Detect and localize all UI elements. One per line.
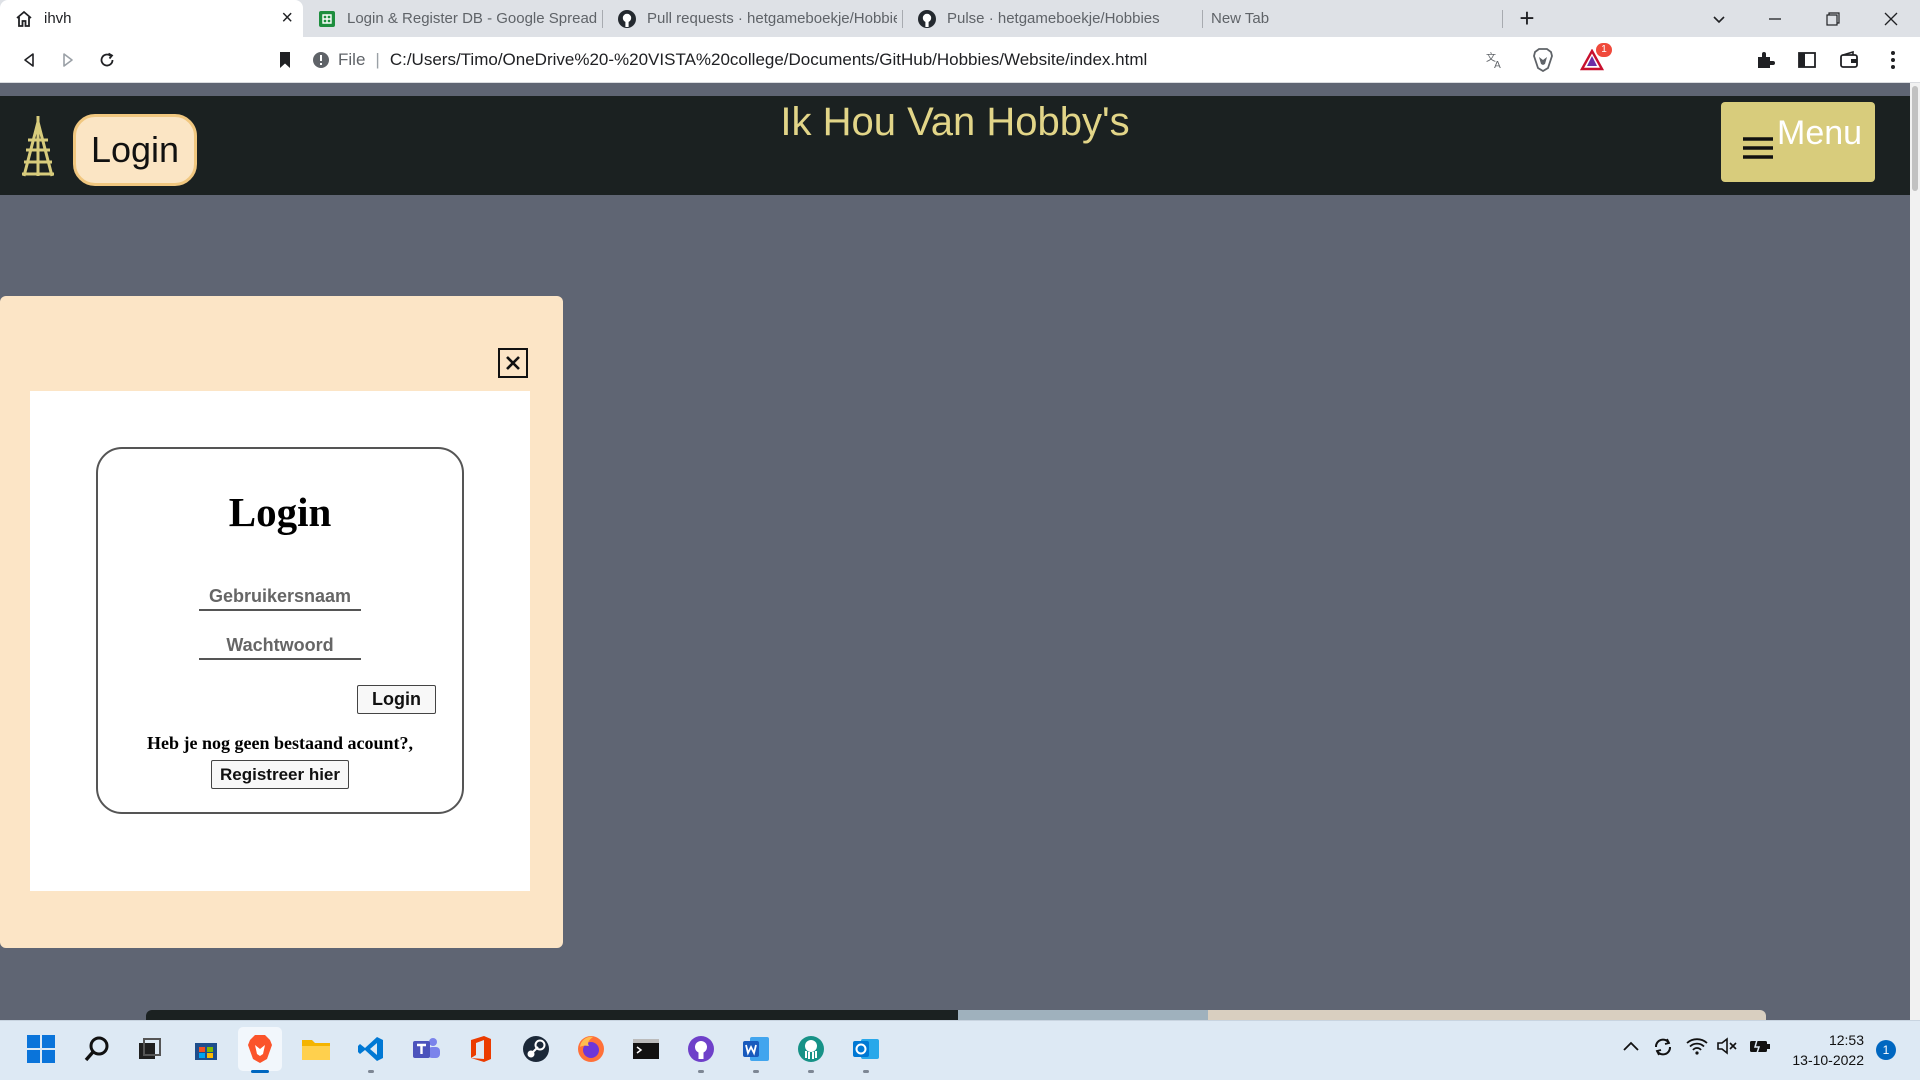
image-segment (958, 1010, 1208, 1020)
browser-tab-strip: ihvh × Login & Register DB - Google Spre… (0, 0, 1920, 37)
tab-ihvh[interactable]: ihvh × (0, 0, 303, 37)
image-segment (146, 1010, 958, 1020)
running-indicator (753, 1070, 759, 1073)
tab-new-tab[interactable]: New Tab (1203, 0, 1503, 37)
sheets-icon (317, 9, 337, 29)
reload-icon[interactable] (92, 45, 122, 75)
new-tab-button[interactable]: + (1500, 0, 1554, 37)
back-icon[interactable] (14, 45, 44, 75)
start-icon[interactable] (19, 1027, 63, 1071)
password-input[interactable] (199, 632, 361, 660)
outlook-icon[interactable] (844, 1027, 888, 1073)
clock-date: 13-10-2022 (1792, 1052, 1864, 1068)
restore-icon[interactable] (1806, 0, 1860, 37)
rewards-badge: 1 (1596, 43, 1612, 57)
forward-icon[interactable] (53, 45, 83, 75)
tab-title: Login & Register DB - Google Spreadsheet… (347, 10, 597, 27)
volume-muted-icon[interactable] (1716, 1037, 1738, 1055)
username-input[interactable] (199, 583, 361, 611)
address-bar[interactable]: File | C:/Users/Timo/OneDrive%20-%20VIST… (312, 43, 1607, 77)
tab-google-sheets[interactable]: Login & Register DB - Google Spreadsheet… (303, 0, 603, 37)
brave-icon[interactable] (238, 1027, 282, 1073)
translate-icon[interactable]: 文A (1482, 47, 1508, 73)
home-icon (14, 9, 34, 29)
battery-icon[interactable] (1748, 1037, 1772, 1055)
image-segment (1208, 1010, 1766, 1020)
sidebar-icon[interactable] (1794, 47, 1820, 73)
github-desktop-icon[interactable] (679, 1027, 723, 1073)
url-text[interactable]: C:/Users/Timo/OneDrive%20-%20VISTA%20col… (390, 50, 1147, 70)
clock-time: 12:53 (1828, 1032, 1864, 1048)
file-explorer-icon[interactable] (294, 1027, 338, 1071)
github-icon (617, 9, 637, 29)
menu-button[interactable]: Menu (1721, 102, 1875, 182)
brave-rewards-icon[interactable]: 1 (1572, 43, 1612, 73)
info-icon[interactable] (312, 51, 330, 69)
running-indicator (698, 1070, 704, 1073)
minimize-icon[interactable] (1748, 0, 1802, 37)
new-tab-label: + (1519, 3, 1535, 33)
tab-search-chevron-icon[interactable] (1692, 0, 1746, 37)
windows-taskbar (0, 1020, 1920, 1080)
firefox-icon[interactable] (569, 1027, 613, 1071)
steam-icon[interactable] (514, 1027, 558, 1071)
login-submit-button[interactable]: Login (357, 685, 436, 714)
scheme-label: File (338, 50, 366, 69)
browser-toolbar: File | C:/Users/Timo/OneDrive%20-%20VIST… (0, 37, 1920, 83)
menu-label: Menu (1777, 114, 1863, 152)
scrollbar-thumb[interactable] (1912, 86, 1918, 191)
wifi-icon[interactable] (1686, 1037, 1708, 1055)
search-icon[interactable] (75, 1027, 119, 1071)
extensions-icon[interactable] (1752, 47, 1778, 73)
running-indicator (251, 1070, 269, 1073)
close-tab-icon[interactable]: × (281, 8, 293, 28)
svg-text:A: A (1494, 60, 1501, 70)
modal-close-button[interactable] (498, 348, 528, 378)
running-indicator (808, 1070, 814, 1073)
running-indicator (863, 1070, 869, 1073)
tab-title: New Tab (1211, 10, 1270, 27)
task-view-icon[interactable] (128, 1027, 172, 1071)
sync-icon[interactable] (1652, 1036, 1674, 1058)
bookmark-icon[interactable] (270, 45, 300, 75)
login-heading: Login (228, 489, 332, 535)
vscode-icon[interactable] (349, 1027, 393, 1073)
office-icon[interactable] (459, 1027, 503, 1071)
tab-title: Pull requests · hetgameboekje/Hobbies (647, 10, 897, 27)
register-button[interactable]: Registreer hier (211, 760, 349, 789)
browser-menu-icon[interactable] (1880, 47, 1906, 73)
tab-title: Pulse · hetgameboekje/Hobbies (947, 10, 1160, 27)
tab-pull-requests[interactable]: Pull requests · hetgameboekje/Hobbies (603, 0, 903, 37)
taskbar-clock[interactable]: 12:53 13-10-2022 (1784, 1030, 1864, 1070)
gitkraken-icon[interactable] (789, 1027, 833, 1073)
close-window-icon[interactable] (1864, 0, 1918, 37)
brave-shields-icon[interactable] (1530, 47, 1556, 73)
wallet-icon[interactable] (1836, 47, 1862, 73)
word-icon[interactable] (734, 1027, 778, 1073)
terminal-icon[interactable] (624, 1027, 668, 1071)
notification-badge[interactable]: 1 (1876, 1040, 1896, 1060)
hamburger-icon (1743, 136, 1773, 160)
tab-pulse[interactable]: Pulse · hetgameboekje/Hobbies (903, 0, 1203, 37)
tray-overflow-chevron-icon[interactable] (1622, 1039, 1640, 1053)
teams-icon[interactable] (404, 1027, 448, 1071)
close-icon (506, 356, 520, 370)
no-account-text: Heb je nog geen bestaand acount?, (146, 733, 413, 753)
tab-title: ihvh (44, 10, 72, 27)
content-image-strip (146, 1010, 1766, 1020)
page-scrollbar[interactable] (1910, 83, 1920, 1020)
site-title: Ik Hou Van Hobby's (780, 100, 1130, 144)
github-icon (917, 9, 937, 29)
store-icon[interactable] (184, 1027, 228, 1071)
running-indicator (368, 1070, 374, 1073)
address-divider: | (375, 50, 380, 69)
